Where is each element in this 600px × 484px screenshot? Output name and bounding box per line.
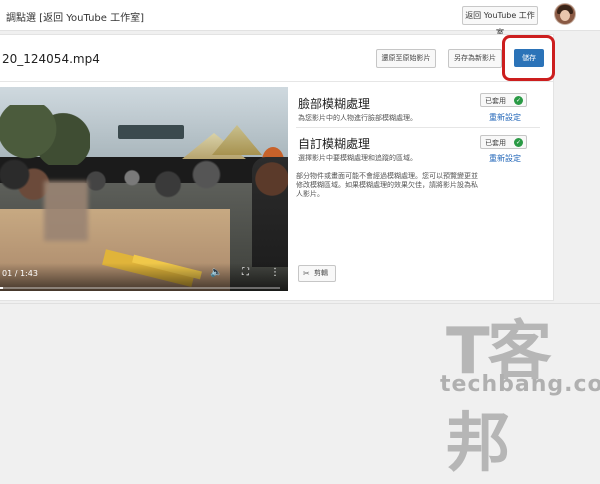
video-progress-track[interactable] [0,287,280,289]
section-divider [296,127,540,128]
scissors-icon: ✂ [303,269,310,278]
face-blur-reset-link[interactable]: 重新設定 [489,112,521,123]
video-foreground-person [252,157,288,267]
video-player[interactable]: 01 / 1:43 🔈 ⛶ ⋮ [0,87,288,291]
video-time: 01 / 1:43 [2,269,38,278]
back-to-studio-link[interactable]: 調點選 [返回 YouTube 工作室] [6,9,144,24]
blurred-face-region [44,181,88,241]
video-progress-fill [0,287,3,289]
more-options-icon[interactable]: ⋮ [270,267,280,278]
revert-to-original-button[interactable]: 還原至原始影片 [376,49,436,68]
check-icon: ✓ [514,138,523,147]
custom-blur-description: 選擇影片中要模糊處理和追蹤的區域。 [298,154,417,162]
header-divider [0,81,553,82]
custom-blur-reset-link[interactable]: 重新設定 [489,153,521,164]
custom-blur-applied-label: 已套用 [485,139,506,147]
watermark-url: techbang.com [440,372,600,397]
save-as-new-button[interactable]: 另存為新影片 [448,49,502,68]
edit-trim-button[interactable]: ✂ 剪輯 [298,265,336,282]
face-blur-description: 為您影片中的人物進行臉部模糊處理。 [298,114,417,122]
video-canopy [118,125,184,139]
video-crowd [0,149,240,213]
return-to-studio-button[interactable]: 返回 YouTube 工作室 [462,6,538,37]
blur-note: 部分物件或畫面可能不會經過模糊處理。您可以預覽變更並修改模糊區域。如果模糊處理的… [296,172,478,198]
top-bar: 調點選 [返回 YouTube 工作室] 返回 YouTube 工作室 [0,0,600,37]
avatar-face [560,10,570,21]
custom-blur-applied-button[interactable]: 已套用 ✓ [480,135,527,149]
save-button[interactable]: 儲存 [514,49,544,67]
avatar[interactable] [555,4,575,24]
edit-trim-label: 剪輯 [314,269,328,277]
check-icon: ✓ [514,96,523,105]
face-blur-applied-button[interactable]: 已套用 ✓ [480,93,527,107]
face-blur-title: 臉部模糊處理 [298,97,371,111]
custom-blur-title: 自訂模糊處理 [298,137,371,151]
video-file-name: 20_124054.mp4 [2,52,100,66]
volume-icon[interactable]: 🔈 [210,267,222,278]
face-blur-applied-label: 已套用 [485,97,506,105]
editor-card: 20_124054.mp4 還原至原始影片 另存為新影片 儲存 01 / 1:4… [0,34,555,301]
fullscreen-icon[interactable]: ⛶ [242,267,249,278]
